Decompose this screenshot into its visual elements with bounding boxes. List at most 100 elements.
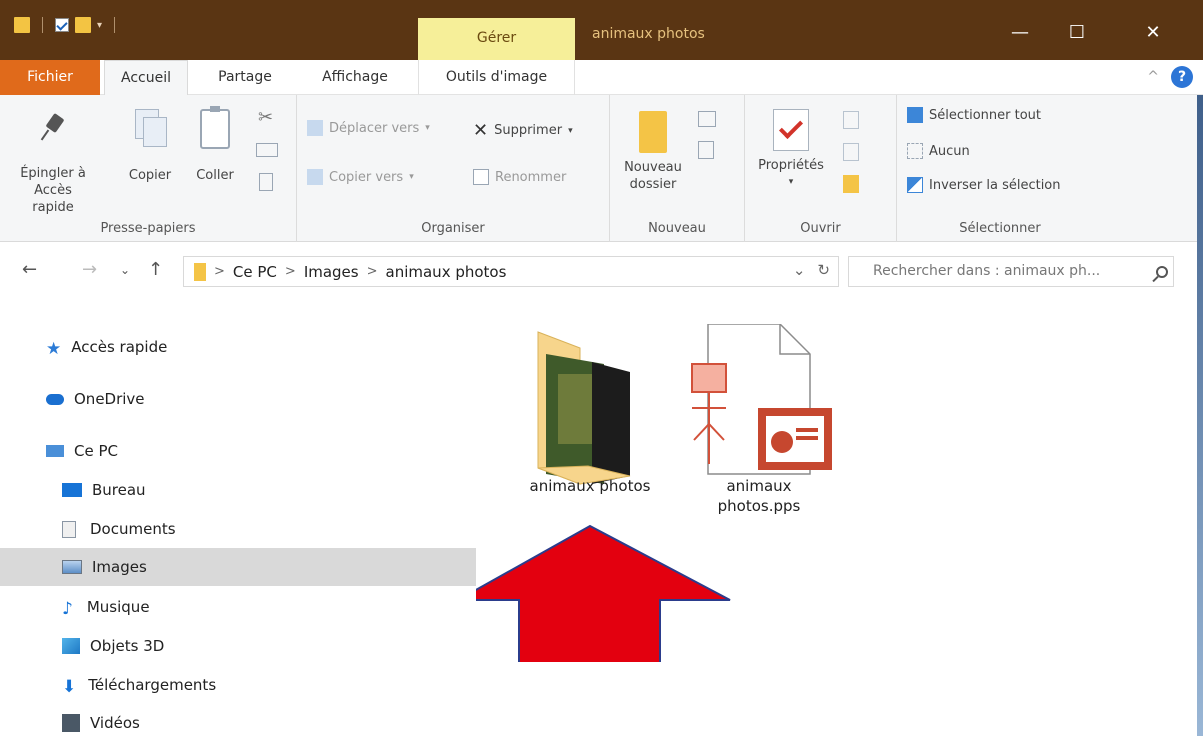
properties-button[interactable]: Propriétés ▾ <box>753 109 829 191</box>
delete-button[interactable]: ✕ Supprimer ▾ <box>473 120 573 141</box>
qat-dropdown-icon[interactable]: ▾ <box>97 20 102 31</box>
new-folder-icon[interactable] <box>75 17 91 33</box>
tab-file[interactable]: Fichier <box>0 60 100 95</box>
sidebar-item-label: Accès rapide <box>71 338 168 356</box>
pin-quick-access-button[interactable]: Épingler à Accès rapide <box>12 115 94 216</box>
new-group: Nouveau dossier Nouveau <box>610 95 745 242</box>
back-arrow-icon[interactable]: ← <box>22 259 37 280</box>
up-arrow-icon[interactable]: ↑ <box>148 259 163 280</box>
chevron-right-icon[interactable]: > <box>214 264 225 279</box>
sidebar-item-label: Images <box>92 558 147 576</box>
search-icon[interactable] <box>1156 266 1168 278</box>
close-button[interactable]: ✕ <box>1130 22 1176 43</box>
paste-shortcut-icon[interactable] <box>259 173 273 191</box>
select-group: Sélectionner tout Aucun Inverser la séle… <box>897 95 1103 242</box>
sidebar-item-ce-pc[interactable]: Ce PC <box>0 432 476 470</box>
sidebar-item-bureau[interactable]: Bureau <box>0 471 476 509</box>
new-folder-icon <box>639 111 667 153</box>
new-group-label: Nouveau <box>648 221 706 236</box>
ribbon: Épingler à Accès rapide Copier Coller ✂ … <box>0 95 1203 242</box>
breadcrumb-animaux-photos[interactable]: animaux photos <box>386 263 507 281</box>
sidebar-item-label: Vidéos <box>90 714 140 732</box>
separator <box>42 17 43 33</box>
chevron-down-icon[interactable]: ⌄ <box>793 261 806 279</box>
easy-access-icon[interactable] <box>698 141 714 159</box>
pin-icon <box>40 115 66 141</box>
sidebar-item-images[interactable]: Images <box>0 548 476 586</box>
search-input[interactable]: Rechercher dans : animaux ph... <box>848 256 1174 287</box>
new-folder-button[interactable]: Nouveau dossier <box>618 111 688 193</box>
folder-icon[interactable] <box>14 17 30 33</box>
properties-icon <box>773 109 809 151</box>
invert-selection-button[interactable]: Inverser la sélection <box>907 177 1061 193</box>
tab-picture-tools[interactable]: Outils d'image <box>418 60 575 95</box>
move-to-label: Déplacer vers <box>329 120 420 136</box>
sidebar-item-label: Téléchargements <box>88 676 217 694</box>
rename-button[interactable]: Renommer <box>473 169 566 185</box>
computer-icon <box>46 445 64 457</box>
file-item-folder[interactable]: animaux photos <box>506 324 674 504</box>
chevron-right-icon[interactable]: > <box>367 264 378 279</box>
maximize-button[interactable]: ☐ <box>1054 22 1100 43</box>
sidebar-item-label: Documents <box>90 520 176 538</box>
images-icon <box>62 560 82 574</box>
sidebar-item-onedrive[interactable]: OneDrive <box>0 380 476 418</box>
chevron-down-icon: ▾ <box>568 125 573 136</box>
invert-selection-icon <box>907 177 923 193</box>
music-icon: ♪ <box>62 599 73 619</box>
tab-view[interactable]: Affichage <box>305 60 405 95</box>
breadcrumb-ce-pc[interactable]: Ce PC <box>233 263 277 281</box>
sidebar-item-objets-3d[interactable]: Objets 3D <box>0 627 476 665</box>
window-title: animaux photos <box>592 26 705 42</box>
delete-x-icon: ✕ <box>473 120 489 141</box>
desktop-edge <box>1197 95 1203 736</box>
move-to-button[interactable]: Déplacer vers ▾ <box>307 120 430 136</box>
copy-path-icon[interactable] <box>256 143 278 157</box>
copy-icon <box>135 109 167 147</box>
properties-check-icon[interactable] <box>55 18 69 32</box>
chevron-right-icon[interactable]: > <box>285 264 296 279</box>
breadcrumb-images[interactable]: Images <box>304 263 359 281</box>
copy-to-button[interactable]: Copier vers ▾ <box>307 169 414 185</box>
red-arrow-annotation <box>476 524 731 662</box>
videos-icon <box>62 714 80 732</box>
address-bar[interactable]: > Ce PC > Images > animaux photos ⌄ ↻ <box>183 256 839 287</box>
tab-share[interactable]: Partage <box>200 60 290 95</box>
star-icon: ★ <box>46 339 62 359</box>
minimize-button[interactable]: — <box>997 22 1043 43</box>
navigation-bar: ← → ⌄ ↑ > Ce PC > Images > animaux photo… <box>0 242 1203 302</box>
sidebar-item-telechargements[interactable]: ⬇ Téléchargements <box>0 666 476 704</box>
objects-3d-icon <box>62 638 80 654</box>
select-group-label: Sélectionner <box>959 221 1041 236</box>
sidebar-item-musique[interactable]: ♪ Musique <box>0 588 476 626</box>
select-all-icon <box>907 107 923 123</box>
folder-icon <box>194 262 206 281</box>
paste-button[interactable]: Coller <box>190 106 240 184</box>
tab-home[interactable]: Accueil <box>104 60 188 96</box>
new-item-icon[interactable] <box>698 111 716 127</box>
chevron-down-icon: ▾ <box>425 123 430 133</box>
cut-icon[interactable]: ✂ <box>258 107 273 128</box>
help-icon[interactable]: ? <box>1171 66 1193 88</box>
sidebar-item-documents[interactable]: Documents <box>0 510 476 548</box>
select-none-icon <box>907 143 923 159</box>
open-icon[interactable] <box>843 111 859 129</box>
sidebar-item-videos[interactable]: Vidéos <box>0 704 476 736</box>
file-name-line1: animaux <box>726 477 792 495</box>
sidebar-item-quick-access[interactable]: ★ Accès rapide <box>0 328 476 366</box>
copy-button[interactable]: Copier <box>122 109 178 184</box>
collapse-ribbon-icon[interactable]: ^ <box>1147 69 1159 85</box>
history-icon[interactable] <box>843 175 859 193</box>
recent-locations-icon[interactable]: ⌄ <box>120 263 130 277</box>
refresh-icon[interactable]: ↻ <box>817 261 830 279</box>
edit-icon[interactable] <box>843 143 859 161</box>
new-folder-line2: dossier <box>629 177 677 192</box>
desktop-icon <box>62 483 82 497</box>
sidebar-item-label: Objets 3D <box>90 637 165 655</box>
forward-arrow-icon[interactable]: → <box>82 259 97 280</box>
select-none-button[interactable]: Aucun <box>907 143 970 159</box>
new-folder-line1: Nouveau <box>624 160 682 175</box>
invert-selection-label: Inverser la sélection <box>929 177 1061 193</box>
ribbon-tabs: Fichier Accueil Partage Affichage Outils… <box>0 60 1203 96</box>
select-all-button[interactable]: Sélectionner tout <box>907 107 1041 123</box>
